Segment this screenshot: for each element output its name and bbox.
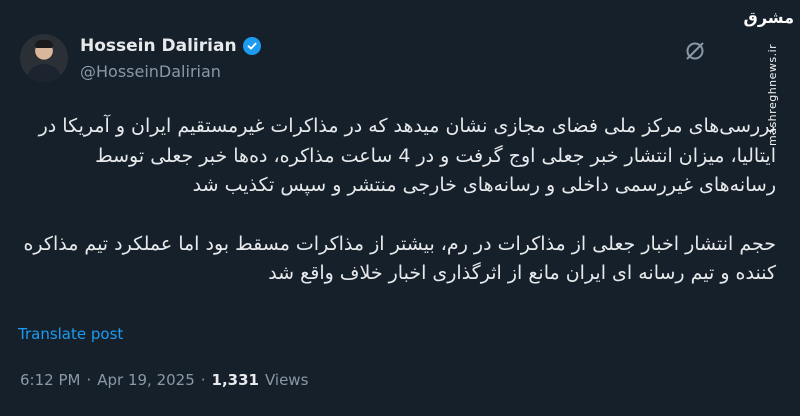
tweet-text: بررسی‌های مرکز ملی فضای مجازی نشان میدهد… [22,112,776,289]
tweet-paragraph-1: بررسی‌های مرکز ملی فضای مجازی نشان میدهد… [38,115,776,196]
meta-separator: · [86,371,92,389]
views-label: Views [264,371,309,389]
avatar[interactable] [20,34,68,82]
author-handle[interactable]: @HosseinDalirian [80,62,221,81]
translate-post-link[interactable]: Translate post [18,325,123,343]
author-name-row[interactable]: Hossein Dalirian [80,36,261,56]
verified-badge-icon [242,37,261,55]
tweet-meta: 6:12 PM · Apr 19, 2025 · 1,331 Views [20,371,308,389]
tweet-paragraph-2: حجم انتشار اخبار جعلی از مذاکرات در رم، … [23,232,776,285]
watermark-logo: مشرق [743,8,794,27]
tweet-card: Hossein Dalirian @HosseinDalirian مشرق m… [0,0,800,416]
meta-separator: · [200,371,206,389]
tweet-time[interactable]: 6:12 PM [20,371,80,389]
grok-icon[interactable] [682,38,708,64]
views-count: 1,331 [211,371,259,389]
author-name[interactable]: Hossein Dalirian [80,36,237,56]
tweet-date[interactable]: Apr 19, 2025 [97,371,195,389]
